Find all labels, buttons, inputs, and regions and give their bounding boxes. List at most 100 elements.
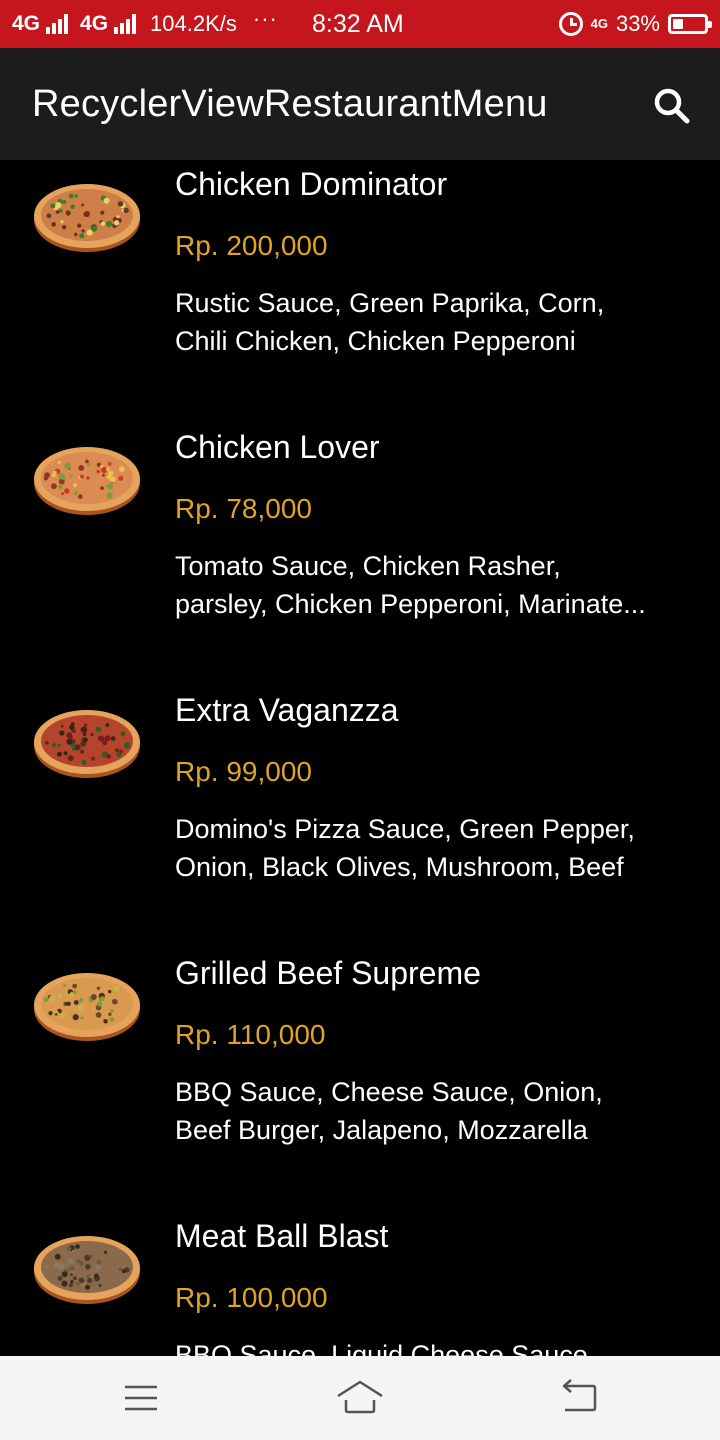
pizza-topping <box>83 723 88 728</box>
signal-icon <box>114 14 137 34</box>
home-icon[interactable] <box>330 1370 390 1426</box>
item-description-line-2: parsley, Chicken Pepperoni, Marinate... <box>175 589 646 619</box>
pizza-image <box>34 973 140 1041</box>
pizza-topping <box>106 492 113 499</box>
pizza-topping <box>106 483 113 490</box>
pizza-topping <box>51 483 57 490</box>
pizza-topping <box>118 1267 123 1272</box>
battery-percent: 33% <box>615 11 660 36</box>
pizza-topping <box>55 202 62 209</box>
pizza-topping <box>100 464 104 468</box>
search-icon[interactable] <box>648 82 696 130</box>
item-name: Chicken Lover <box>175 429 380 465</box>
pizza-image <box>34 1236 140 1304</box>
pizza-topping <box>79 1261 84 1267</box>
navigation-bar <box>0 1356 720 1440</box>
pizza-topping <box>106 220 113 228</box>
pizza-topping <box>78 1277 85 1284</box>
pizza-topping <box>79 233 85 239</box>
pizza-topping <box>103 197 110 204</box>
battery-level <box>673 19 683 29</box>
pizza-topping <box>59 730 65 736</box>
alarm-icon <box>558 12 583 36</box>
pizza-topping <box>67 755 74 762</box>
menu-icon[interactable] <box>111 1370 171 1426</box>
pizza-topping <box>60 220 64 224</box>
pizza-topping <box>66 732 73 739</box>
item-price: Rp. 200,000 <box>175 230 328 261</box>
item-name: Extra Vaganzza <box>175 692 399 728</box>
menu-item-3[interactable]: Extra Vaganzza Rp. 99,000 Domino's Pizza… <box>0 682 720 945</box>
item-name: Grilled Beef Supreme <box>175 955 481 991</box>
item-description-line-2: Chili Chicken, Chicken Pepperoni <box>175 326 576 356</box>
item-price: Rp. 110,000 <box>175 1019 326 1050</box>
pizza-topping <box>43 997 49 1003</box>
pizza-topping <box>113 985 120 992</box>
pizza-topping <box>90 732 94 737</box>
pizza-topping <box>68 193 74 199</box>
pizza-topping <box>108 462 112 466</box>
pizza-topping <box>123 207 129 214</box>
back-icon[interactable] <box>549 1370 609 1426</box>
pizza-topping <box>120 731 126 737</box>
item-description-line-1: Rustic Sauce, Green Paprika, Corn, <box>175 288 605 318</box>
pizza-topping <box>96 1260 102 1265</box>
pizza-topping <box>68 1283 74 1288</box>
pizza-topping <box>74 232 78 237</box>
pizza-topping <box>90 994 97 1000</box>
item-price: Rp. 78,000 <box>175 493 312 524</box>
pizza-topping <box>80 749 85 754</box>
pizza-topping <box>78 1004 85 1011</box>
network-label-2: 4G <box>80 12 109 35</box>
item-description-line-1: BBQ Sauce, Cheese Sauce, Onion, <box>175 1077 603 1107</box>
menu-item-5[interactable]: Meat Ball Blast Rp. 100,000 BBQ Sauce, L… <box>0 1208 720 1356</box>
pizza-topping <box>113 220 120 226</box>
pizza-topping <box>102 473 105 477</box>
status-left: 4G 4G 104.2K/s ··· <box>12 6 278 37</box>
status-bar: 4G 4G 104.2K/s ··· 8:32 AM 4G 33% <box>0 0 720 48</box>
pizza-topping <box>108 470 114 476</box>
pizza-topping <box>98 1283 102 1288</box>
pizza-image <box>34 710 140 778</box>
pizza-topping <box>105 723 110 727</box>
item-description-line-2: Onion, Black Olives, Mushroom, Beef <box>175 852 624 882</box>
pizza-topping <box>73 1000 79 1005</box>
pizza-topping <box>106 754 111 759</box>
pizza-topping <box>94 1273 99 1279</box>
status-clock: 8:32 AM <box>312 10 404 38</box>
pizza-topping <box>91 225 98 232</box>
pizza-topping <box>69 724 75 731</box>
pizza-topping <box>46 213 52 219</box>
pizza-topping <box>52 470 57 475</box>
lte-icon: 4G <box>590 16 608 31</box>
pizza-topping <box>75 1281 80 1286</box>
signal-icon <box>46 14 69 34</box>
pizza-topping <box>78 494 83 499</box>
pizza-topping <box>50 203 56 209</box>
pizza-topping <box>77 223 82 228</box>
pizza-topping <box>58 1263 65 1270</box>
pizza-topping <box>54 1253 61 1260</box>
pizza-topping <box>116 752 122 758</box>
item-description-line-1: Tomato Sauce, Chicken Rasher, <box>175 551 561 581</box>
pizza-topping <box>67 1246 72 1251</box>
pizza-topping <box>62 199 67 204</box>
pizza-topping <box>63 984 66 987</box>
pizza-topping <box>45 1265 48 1269</box>
pizza-topping <box>102 739 108 746</box>
menu-item-4[interactable]: Grilled Beef Supreme Rp. 110,000 BBQ Sau… <box>0 945 720 1208</box>
pizza-topping <box>118 475 124 481</box>
menu-item-1[interactable]: Chicken Dominator Rp. 200,000 Rustic Sau… <box>0 160 720 419</box>
pizza-topping <box>109 1017 115 1022</box>
menu-list[interactable]: Chicken Dominator Rp. 200,000 Rustic Sau… <box>0 160 720 1356</box>
pizza-topping <box>99 996 105 1002</box>
pizza-topping <box>112 998 118 1005</box>
item-description: BBQ Sauce, Liquid Cheese Sauce, <box>175 1336 695 1356</box>
menu-item-2[interactable]: Chicken Lover Rp. 78,000 Tomato Sauce, C… <box>0 419 720 682</box>
pizza-topping <box>117 201 124 207</box>
pizza-topping <box>91 756 96 761</box>
item-description: Tomato Sauce, Chicken Rasher, parsley, C… <box>175 547 695 623</box>
pizza-topping <box>122 1269 126 1274</box>
network-label-1: 4G <box>12 12 41 35</box>
pizza-topping <box>95 1012 102 1018</box>
